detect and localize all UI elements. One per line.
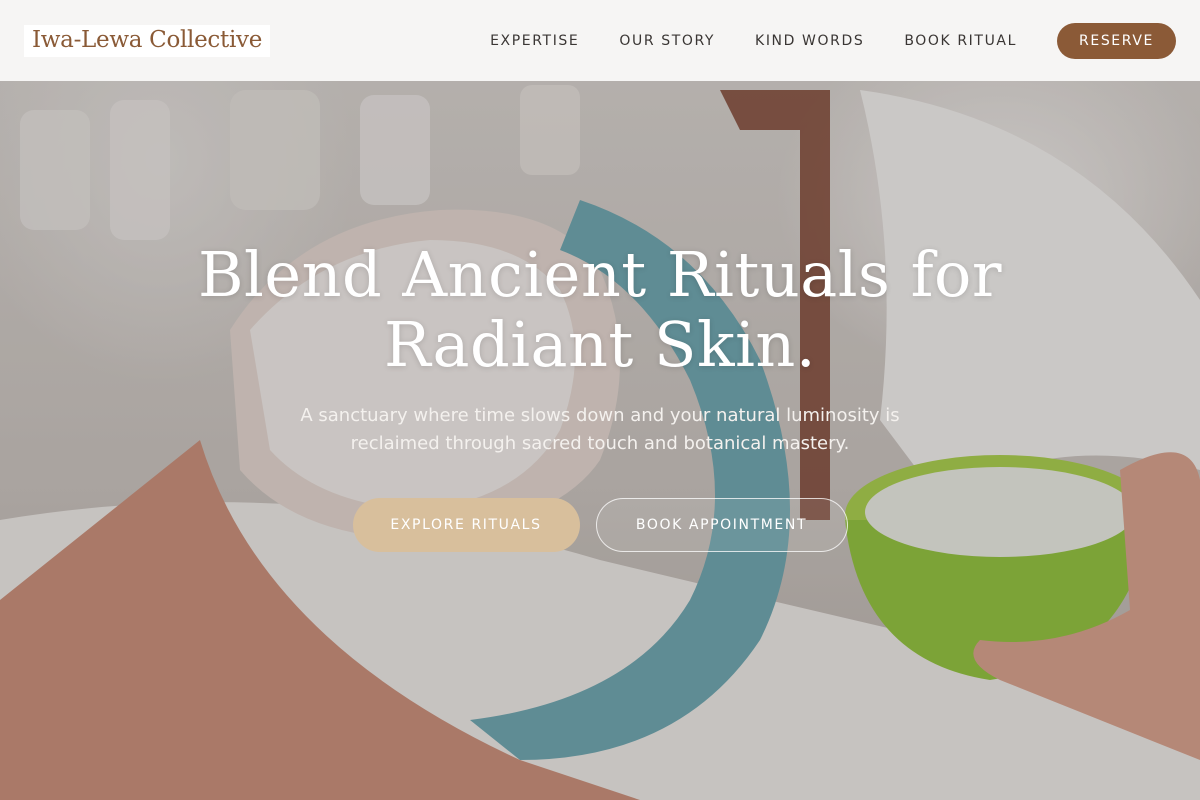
explore-rituals-button[interactable]: EXPLORE RITUALS — [352, 498, 580, 552]
logo[interactable]: Iwa-Lewa Collective — [24, 24, 271, 57]
nav-link-book-ritual[interactable]: BOOK RITUAL — [904, 33, 1017, 49]
hero-title: Blend Ancient Rituals for Radiant Skin. — [198, 238, 1002, 381]
book-appointment-button[interactable]: BOOK APPOINTMENT — [595, 498, 848, 552]
nav-link-expertise[interactable]: EXPERTISE — [490, 33, 579, 49]
main-nav: EXPERTISE OUR STORY KIND WORDS BOOK RITU… — [490, 22, 1176, 59]
hero-subtitle: A sanctuary where time slows down and yo… — [300, 405, 900, 454]
site-header: Iwa-Lewa Collective EXPERTISE OUR STORY … — [0, 0, 1200, 81]
reserve-button[interactable]: RESERVE — [1057, 22, 1176, 59]
hero-content: Blend Ancient Rituals for Radiant Skin. … — [0, 240, 1200, 552]
nav-link-our-story[interactable]: OUR STORY — [619, 33, 715, 49]
hero-actions: EXPLORE RITUALS BOOK APPOINTMENT — [0, 498, 1200, 552]
nav-link-kind-words[interactable]: KIND WORDS — [755, 33, 864, 49]
